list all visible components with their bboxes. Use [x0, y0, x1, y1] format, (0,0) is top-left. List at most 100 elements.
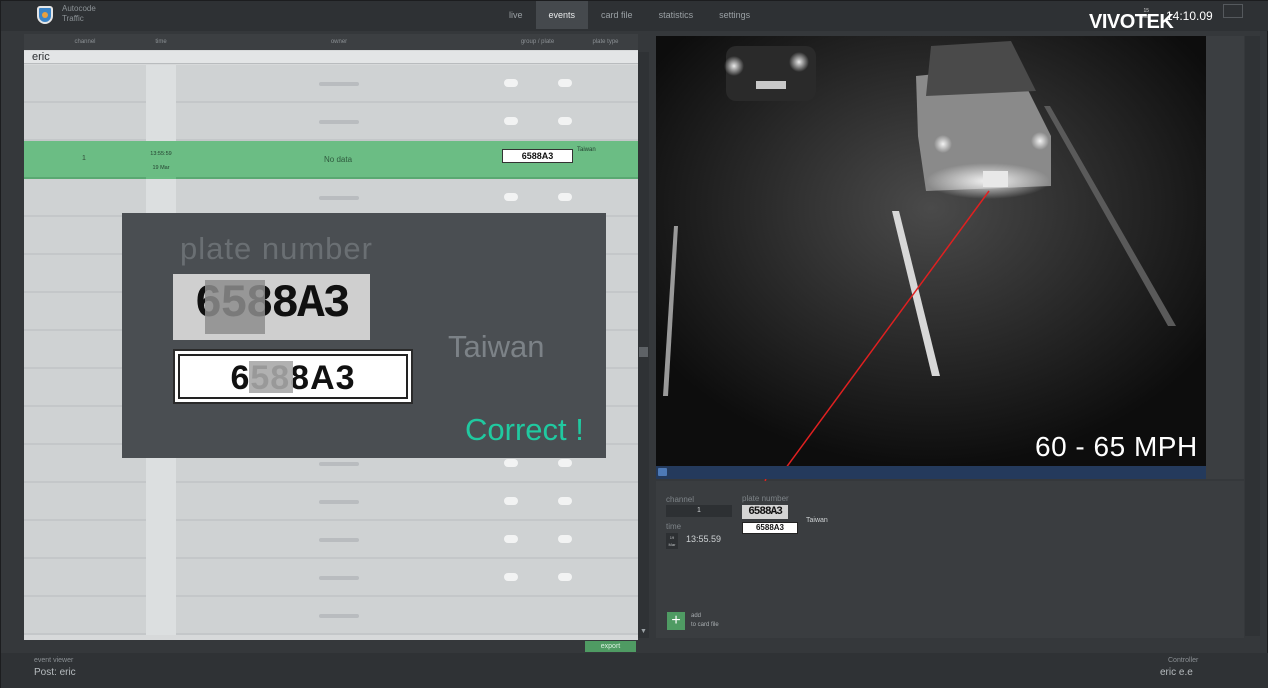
popup-country: Taiwan	[448, 329, 545, 364]
owner-cell	[319, 120, 359, 124]
group-pill	[504, 535, 518, 543]
add-to-card-file-label: add to card file	[691, 612, 719, 630]
group-pill	[504, 459, 518, 467]
scroll-down-icon[interactable]: ▼	[640, 628, 647, 635]
app-window: Autocode Traffic live events card file s…	[0, 0, 1268, 688]
col-owner[interactable]: owner	[176, 34, 502, 50]
app-title: Autocode Traffic	[62, 4, 122, 24]
detail-channel-label: channel	[666, 495, 695, 504]
vivotek-logo: VIVOTEK	[1089, 11, 1174, 33]
plate-pill	[558, 79, 572, 87]
detail-plate-crop: 6588A3	[742, 505, 788, 519]
headlight	[1031, 132, 1049, 150]
footer-right-value: eric e.e	[1160, 667, 1193, 678]
row-time: 13:55:59 19 Mar	[146, 147, 176, 175]
table-row-selected[interactable]: 1 13:55:59 19 Mar No data 6588A3 Taiwan	[24, 141, 638, 179]
tab-card-file[interactable]: card file	[588, 1, 646, 29]
row-time-value: 13:55:59	[150, 151, 172, 157]
detail-date-month: Mar	[668, 542, 676, 547]
group-pill	[504, 497, 518, 505]
detail-country: Taiwan	[806, 517, 828, 524]
plate-pill	[558, 535, 572, 543]
popup-title: plate number	[180, 231, 373, 266]
right-gutter	[1206, 36, 1244, 479]
table-row[interactable]	[24, 597, 638, 635]
owner-cell	[319, 500, 359, 504]
owner-cell	[319, 538, 359, 542]
table-header: channel time owner group / plate plate t…	[24, 34, 638, 50]
table-row[interactable]	[24, 103, 638, 141]
time-cell	[146, 179, 176, 217]
add-label-line1: add	[691, 613, 702, 619]
owner-cell	[319, 196, 359, 200]
plate-crop-image: 6588A3	[173, 274, 370, 340]
main-car-plate	[983, 171, 1008, 187]
time-cell	[146, 65, 176, 103]
detail-plate-label: plate number	[742, 494, 789, 503]
app-title-line2: Traffic	[62, 14, 84, 23]
detail-time-label: time	[666, 522, 682, 531]
detail-date: 19 Mar	[666, 533, 678, 549]
table-row[interactable]	[24, 65, 638, 103]
group-pill	[504, 573, 518, 581]
detail-plate-value: 6588A3	[742, 522, 798, 534]
detail-time-value: 13:55.59	[686, 534, 722, 544]
right-scrollbar[interactable]	[1245, 36, 1260, 636]
main-nav: live events card file statistics setting…	[496, 1, 763, 29]
export-button[interactable]: export	[585, 641, 636, 652]
window-control-icon[interactable]	[1223, 4, 1243, 18]
col-group-plate[interactable]: group / plate	[502, 34, 573, 50]
footer: event viewer Post: eric Controller eric …	[1, 653, 1268, 688]
tab-statistics[interactable]: statistics	[646, 1, 707, 29]
detail-channel-value: 1	[666, 505, 732, 517]
owner-cell	[319, 614, 359, 618]
table-row[interactable]	[24, 559, 638, 597]
group-pill	[504, 193, 518, 201]
group-label: eric	[32, 51, 50, 63]
row-date-value: 19 Mar	[152, 165, 170, 171]
save-icon[interactable]	[658, 468, 667, 476]
table-row[interactable]	[24, 483, 638, 521]
owner-cell	[319, 462, 359, 466]
footer-right-label: Controller	[1168, 657, 1199, 664]
tab-settings[interactable]: settings	[706, 1, 763, 29]
popup-status: Correct !	[465, 412, 584, 447]
headlight	[724, 56, 744, 76]
plate-pill	[558, 573, 572, 581]
events-scrollbar[interactable]	[638, 52, 649, 638]
headlight	[789, 52, 809, 72]
speed-overlay: 60 - 65 MPH	[1035, 431, 1198, 462]
col-plate-type[interactable]: plate type	[573, 34, 638, 50]
time-cell	[146, 103, 176, 141]
col-time[interactable]: time	[146, 34, 176, 50]
camera-scene	[656, 36, 1206, 466]
add-label-line2: to card file	[691, 622, 719, 628]
app-title-line1: Autocode	[62, 4, 96, 13]
row-plate: 6588A3	[502, 149, 573, 163]
col-channel[interactable]: channel	[24, 34, 146, 50]
detail-date-day: 19	[669, 535, 675, 540]
plate-result-redaction	[249, 361, 293, 393]
event-detail-panel: channel 1 time 19 Mar 13:55.59 plate num…	[656, 481, 1244, 638]
footer-left-label: event viewer	[34, 657, 74, 664]
plate-recognition-popup: plate number 6588A3 6588A3 Taiwan Correc…	[122, 213, 606, 458]
table-row[interactable]	[24, 521, 638, 559]
camera-view[interactable]: 60 - 65 MPH	[656, 36, 1206, 466]
tab-events[interactable]: events	[535, 1, 589, 29]
table-row[interactable]	[24, 179, 638, 217]
group-pill	[504, 117, 518, 125]
footer-left-value: Post: eric	[34, 667, 76, 678]
group-row[interactable]: eric	[24, 51, 638, 64]
group-pill	[504, 79, 518, 87]
plate-crop-text: 6588A3	[194, 278, 351, 330]
scroll-thumb[interactable]	[639, 347, 648, 357]
row-owner: No data	[324, 155, 353, 164]
owner-cell	[319, 576, 359, 580]
top-bar: Autocode Traffic live events card file s…	[1, 1, 1268, 33]
plate-pill	[558, 193, 572, 201]
add-to-card-file-button[interactable]: +	[667, 612, 685, 630]
tab-live[interactable]: live	[496, 1, 536, 29]
time-cell	[146, 597, 176, 635]
row-plate-type: Taiwan	[577, 147, 596, 153]
camera-toolbar	[656, 466, 1206, 479]
